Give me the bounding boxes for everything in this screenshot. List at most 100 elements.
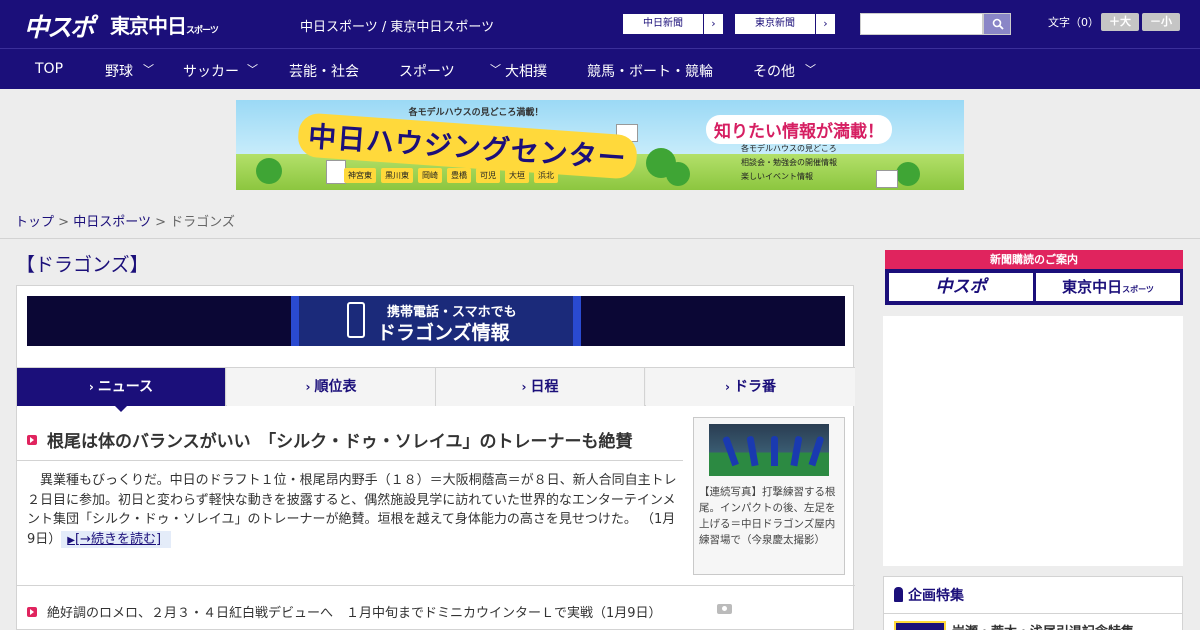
tokyo-logo-sub: スポーツ (186, 26, 219, 36)
tab-reporters[interactable]: › ドラ番 (646, 368, 855, 406)
smartphone-icon (347, 302, 365, 338)
ad-city: 浜北 (534, 168, 558, 183)
nav-item-racing[interactable]: 競馬・ボート・競輪 (587, 61, 713, 81)
subscribe-chuspo-button[interactable]: 中スポ (889, 273, 1033, 301)
ad-city: 可児 (476, 168, 500, 183)
ad-bullet: 相談会・勉強会の開催情報 (741, 158, 837, 167)
ad-city: 豊橋 (447, 168, 471, 183)
tree-decoration (896, 162, 920, 186)
mobile-banner-inner: 携帯電話・スマホでも ドラゴンズ情報 (291, 296, 581, 346)
chevron-right-icon: › (815, 14, 835, 34)
main-nav: TOP 野球 ﹀ サッカー ﹀ 芸能・社会 スポーツ ﹀ 大相撲 競馬・ボート・競輪 … (0, 48, 1200, 89)
breadcrumb-top[interactable]: トップ (15, 215, 54, 230)
top-header: 中スポ 東京中日スポーツ 中日スポーツ / 東京中日スポーツ 中日新聞 › 東京… (0, 0, 1200, 48)
feature-heading-text: 企画特集 (908, 588, 964, 604)
article-photo (709, 424, 829, 476)
sidebar-ad-slot[interactable] (883, 316, 1183, 566)
site-title: 中日スポーツ / 東京中日スポーツ (300, 20, 495, 35)
top-article-lead: 異業種もびっくりだ。中日のドラフト１位・根尾昂内野手（１８）＝大阪桐蔭高＝が８日… (27, 471, 677, 550)
feature-item[interactable]: 岩瀬・荒木・浅尾引退記念特集 (952, 621, 1134, 630)
breadcrumb-chunichi-sports[interactable]: 中日スポーツ (73, 215, 151, 230)
chunichi-shimbun-link[interactable]: 中日新聞 › (622, 13, 724, 35)
nav-item-entertainment[interactable]: 芸能・社会 (289, 61, 359, 81)
divider (17, 585, 855, 586)
pin-icon (894, 587, 903, 602)
nav-item-label: 大相撲 (505, 64, 547, 80)
tab-label: 順位表 (314, 379, 357, 395)
article-photo-box[interactable]: 【連続写真】打撃練習する根尾。インパクトの後、左足を上げる＝中日ドラゴンズ屋内練… (693, 417, 845, 575)
article-list-item[interactable]: 絶好調のロメロ、２月３・４日紅白戦デビューへ １月中旬までドミニカウインターＬで… (47, 602, 662, 621)
breadcrumb-separator: > (155, 215, 166, 230)
font-size-label: 文字（0） (1048, 16, 1099, 29)
chevron-right-icon: › (725, 380, 730, 394)
nav-item-others[interactable]: その他 ﹀ (753, 61, 816, 81)
chevron-down-icon: ﹀ (805, 63, 816, 76)
chevron-right-icon: › (305, 380, 311, 394)
subscription-box: 新聞購読のご案内 中スポ 東京中日スポーツ (885, 250, 1183, 305)
divider (0, 238, 1200, 239)
ad-city: 黒川東 (381, 168, 413, 183)
subscribe-tokyo-button[interactable]: 東京中日スポーツ (1036, 273, 1180, 301)
paper-link-label: 中日新聞 (643, 18, 683, 29)
triangle-right-icon: ▶ (67, 534, 75, 546)
house-decoration (326, 160, 346, 184)
ad-bullet: 各モデルハウスの見どころ (741, 144, 837, 153)
font-larger-button[interactable]: ＋大 (1101, 13, 1139, 31)
nav-item-label: 野球 (105, 64, 133, 80)
search-icon (992, 18, 1004, 30)
tokyo-chunichi-logo[interactable]: 東京中日スポーツ (110, 10, 219, 39)
tokyo-logo-text: 東京中日 (110, 14, 187, 38)
housing-center-ad[interactable]: 各モデルハウスの見どころ満載！ 中日ハウジングセンター 知りたい情報が満載！ 各… (236, 100, 964, 190)
nav-item-soccer[interactable]: サッカー ﹀ (183, 61, 258, 81)
chevron-down-icon: ﹀ (490, 63, 501, 76)
nav-item-label: 競馬・ボート・競輪 (587, 64, 713, 80)
chevron-right-icon: › (521, 380, 527, 394)
player-figure (808, 435, 825, 467)
read-more-label: [→続きを読む] (74, 531, 162, 547)
font-smaller-button[interactable]: －小 (1142, 13, 1180, 31)
divider (884, 613, 1182, 614)
tab-label: ニュース (97, 379, 154, 395)
lead-text: 異業種もびっくりだ。中日のドラフト１位・根尾昂内野手（１８）＝大阪桐蔭高＝が８日… (27, 473, 677, 527)
tab-standings[interactable]: › 順位表 (227, 368, 436, 406)
nav-item-label: その他 (753, 64, 795, 80)
paper-link-label: 東京新聞 (755, 18, 795, 29)
chuspo-logo[interactable]: 中スポ (24, 8, 95, 44)
subscribe-tokyo-label: 東京中日 (1062, 278, 1123, 296)
ad-bullet: 楽しいイベント情報 (741, 172, 813, 181)
tab-schedule[interactable]: › 日程 (436, 368, 645, 406)
page-title: 【ドラゴンズ】 (16, 254, 149, 276)
breadcrumb-current: ドラゴンズ (170, 215, 235, 230)
chevron-down-icon: ﹀ (143, 63, 154, 76)
nav-item-label: スポーツ (399, 64, 455, 80)
tab-bar: › ニュース › 順位表 › 日程 › ドラ番 (17, 367, 855, 406)
search-input[interactable] (860, 13, 983, 35)
nav-item-sumo[interactable]: 大相撲 (505, 61, 547, 81)
chevron-right-icon: › (88, 380, 94, 394)
tab-news[interactable]: › ニュース (17, 368, 226, 406)
search-button[interactable] (983, 13, 1011, 35)
nav-item-label: 芸能・社会 (289, 64, 359, 80)
mobile-banner-line2: ドラゴンズ情報 (377, 322, 510, 344)
mobile-dragons-banner[interactable]: 携帯電話・スマホでも ドラゴンズ情報 (27, 296, 845, 346)
tree-decoration (666, 162, 690, 186)
tokyo-shimbun-link[interactable]: 東京新聞 › (734, 13, 836, 35)
article-bullet-icon (27, 435, 37, 445)
feature-thumbnail[interactable] (894, 621, 946, 630)
top-article-headline[interactable]: 根尾は体のバランスがいい 「シルク・ドゥ・ソレイユ」のトレーナーも絶賛 (47, 427, 632, 452)
read-more-link[interactable]: ▶[→続きを読む] (61, 530, 172, 548)
divider (17, 460, 683, 461)
ad-right-text: 知りたい情報が満載！ (706, 115, 892, 144)
nav-item-sports[interactable]: スポーツ ﹀ (399, 61, 501, 81)
tab-label: 日程 (530, 379, 559, 395)
nav-item-label: TOP (35, 61, 64, 77)
chevron-down-icon: ﹀ (247, 63, 258, 76)
photo-caption: 【連続写真】打撃練習する根尾。インパクトの後、左足を上げる＝中日ドラゴンズ屋内練… (699, 486, 836, 546)
chevron-right-icon: › (703, 14, 723, 34)
nav-item-top[interactable]: TOP (35, 61, 63, 77)
house-decoration (876, 170, 898, 188)
ad-top-text: 各モデルハウスの見どころ満載！ (408, 108, 544, 118)
breadcrumb: トップ > 中日スポーツ > ドラゴンズ (15, 211, 235, 230)
nav-item-label: サッカー (183, 64, 239, 80)
nav-item-baseball[interactable]: 野球 ﹀ (105, 61, 154, 81)
